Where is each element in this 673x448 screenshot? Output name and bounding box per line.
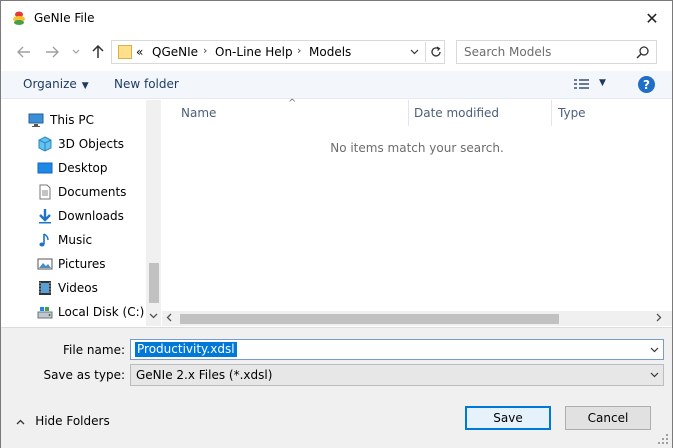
navigation-pane: This PC 3D Objects Desktop Documents Dow… (1, 100, 161, 326)
video-icon (39, 281, 51, 295)
nav-item-videos[interactable]: Videos (1, 276, 146, 300)
address-bar[interactable]: « QGeNIe › On-Line Help › Models (111, 40, 445, 64)
folder-icon (118, 45, 132, 59)
nav-item-pictures[interactable]: Pictures (1, 252, 146, 276)
picture-icon (37, 258, 53, 270)
cube-icon (38, 136, 52, 152)
save-as-type-select[interactable]: GeNIe 2.x Files (*.xdsl) (130, 364, 664, 386)
toolbar: Organize ▼ New folder ▼ ? (1, 71, 672, 99)
scroll-down-arrow-icon[interactable] (147, 312, 159, 324)
filename-dropdown-chevron-icon[interactable] (650, 343, 659, 356)
view-options-chevron-icon[interactable]: ▼ (599, 78, 606, 88)
computer-icon (28, 113, 44, 127)
recent-locations-chevron-icon[interactable] (67, 43, 85, 61)
genie-app-icon (13, 11, 25, 25)
search-icon[interactable] (636, 45, 650, 59)
save-as-type-label: Save as type: (43, 368, 125, 382)
file-list[interactable]: ^ Name Date modified Type No items match… (162, 98, 672, 326)
back-arrow-icon[interactable] (15, 43, 33, 61)
filename-input[interactable]: Productivity.xdsl (130, 339, 664, 360)
cancel-button[interactable]: Cancel (565, 406, 651, 430)
column-divider[interactable] (408, 100, 409, 126)
horizontal-scroll-thumb[interactable] (180, 314, 559, 324)
column-header-name[interactable]: Name (181, 100, 216, 126)
sort-ascending-icon: ^ (288, 98, 297, 109)
disk-icon (37, 307, 53, 319)
organize-chevron-icon: ▼ (81, 81, 89, 91)
column-divider[interactable] (551, 100, 552, 126)
save-as-type-chevron-icon[interactable] (650, 368, 659, 381)
music-icon (39, 233, 49, 247)
breadcrumb-overflow[interactable]: « (136, 45, 143, 59)
document-icon (39, 184, 51, 200)
filename-selected-text[interactable]: Productivity.xdsl (135, 342, 237, 357)
nav-item-this-pc[interactable]: This PC (1, 108, 146, 132)
forward-arrow-icon[interactable] (43, 43, 61, 61)
column-header-date-modified[interactable]: Date modified (414, 100, 499, 126)
save-as-type-value: GeNIe 2.x Files (*.xdsl) (136, 368, 273, 382)
resize-grip-icon[interactable] (657, 433, 669, 445)
navigation-pane-scroll-thumb[interactable] (149, 263, 159, 303)
address-dropdown-chevron-icon[interactable] (406, 44, 422, 60)
nav-item-desktop[interactable]: Desktop (1, 156, 146, 180)
desktop-icon (37, 162, 53, 174)
download-icon (39, 209, 51, 224)
close-button[interactable]: ✕ (637, 5, 667, 31)
view-options-icon[interactable] (573, 77, 591, 91)
breadcrumb-models[interactable]: Models (309, 45, 351, 59)
save-button[interactable]: Save (465, 406, 551, 430)
column-header-type[interactable]: Type (558, 100, 586, 126)
hide-folders-button[interactable]: Hide Folders (16, 414, 110, 428)
nav-item-documents[interactable]: Documents (1, 180, 146, 204)
breadcrumb-qgenie[interactable]: QGeNIe (152, 45, 198, 59)
scroll-right-arrow-icon[interactable] (656, 312, 662, 325)
nav-item-local-disk[interactable]: Local Disk (C:) (1, 300, 146, 324)
organize-button[interactable]: Organize ▼ (23, 77, 89, 91)
search-placeholder: Search Models (464, 45, 552, 59)
search-input[interactable]: Search Models (456, 40, 657, 64)
refresh-icon[interactable] (425, 42, 445, 62)
nav-item-music[interactable]: Music (1, 228, 146, 252)
breadcrumb-separator[interactable]: › (203, 44, 207, 57)
up-arrow-icon[interactable] (89, 43, 107, 61)
save-file-dialog: GeNIe File ✕ « QGeNIe › On-Line Help › M… (0, 0, 673, 448)
breadcrumb-online-help[interactable]: On-Line Help (215, 45, 293, 59)
empty-folder-message: No items match your search. (330, 141, 504, 155)
nav-item-downloads[interactable]: Downloads (1, 204, 146, 228)
help-icon[interactable]: ? (638, 76, 655, 93)
chevron-up-icon (16, 417, 28, 428)
window-title: GeNIe File (34, 11, 95, 25)
new-folder-button[interactable]: New folder (114, 77, 179, 91)
scroll-left-arrow-icon[interactable] (166, 312, 172, 325)
breadcrumb-separator[interactable]: › (297, 44, 301, 57)
title-bar: GeNIe File ✕ (1, 1, 672, 35)
filename-label: File name: (63, 343, 125, 357)
nav-item-3d-objects[interactable]: 3D Objects (1, 132, 146, 156)
